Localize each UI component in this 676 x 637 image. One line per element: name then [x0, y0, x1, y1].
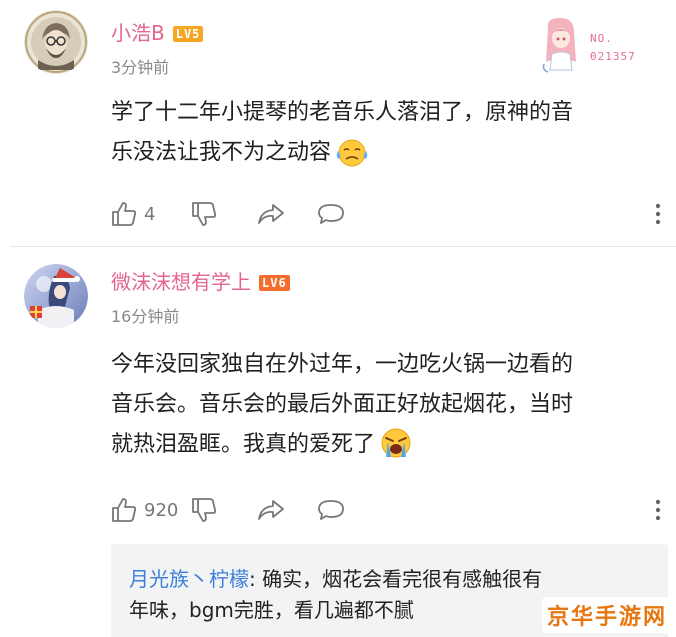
timestamp: 16分钟前 [111, 307, 180, 326]
level-badge: LV6 [259, 275, 290, 291]
avatar[interactable] [24, 10, 88, 74]
anime-girl-icon [542, 18, 576, 73]
loud-crying-emoji-icon [377, 425, 415, 473]
reply-author[interactable]: 月光族丶柠檬 [129, 567, 249, 591]
thumbs-down-icon [192, 498, 217, 522]
username-text[interactable]: 微沫沫想有学上 [111, 270, 251, 294]
thumbs-down-icon [192, 202, 217, 226]
collector-badge[interactable]: NO. 021357 [536, 14, 651, 74]
like-button[interactable]: 4 [110, 199, 155, 229]
more-vertical-icon [655, 499, 661, 521]
like-button[interactable]: 920 [110, 495, 178, 525]
comment-line: 学了十二年小提琴的老音乐人落泪了，原神的音 [111, 100, 574, 125]
comment-item: 小浩B LV5 3分钟前 NO. 021357 学了十二年小提琴的老音乐人落泪了，… [0, 0, 676, 246]
share-icon [258, 500, 284, 520]
reply-button[interactable] [316, 199, 346, 229]
reply-content: : 确实，烟花会看完很有感触很有 [249, 567, 543, 591]
reply-button[interactable] [316, 495, 346, 525]
comment-actions: 920 [110, 495, 661, 525]
more-button[interactable] [650, 199, 666, 229]
site-watermark: 京华手游网 [542, 597, 672, 633]
comment-text: 学了十二年小提琴的老音乐人落泪了，原神的音 乐没法让我不为之动容 [111, 93, 663, 181]
share-icon [258, 204, 284, 224]
comment-line-with-emoji: 就热泪盈眶。我真的爱死了 [111, 425, 663, 473]
comment-line: 今年没回家独自在外过年，一边吃火锅一边看的 [111, 352, 574, 377]
comment-icon [318, 204, 344, 224]
crying-emoji-icon [333, 137, 371, 181]
comment-icon [318, 500, 344, 520]
reply-line: 月光族丶柠檬: 确实，烟花会看完很有感触很有 [129, 564, 654, 595]
like-count: 920 [144, 499, 179, 521]
comment-item: 微沫沫想有学上 LV6 16分钟前 今年没回家独自在外过年，一边吃火锅一边看的 音… [0, 247, 676, 637]
username[interactable]: 小浩B LV5 [111, 20, 204, 46]
more-vertical-icon [655, 203, 661, 225]
username[interactable]: 微沫沫想有学上 LV6 [111, 269, 290, 295]
avatar[interactable] [24, 264, 88, 328]
more-button[interactable] [650, 495, 666, 525]
comment-list: 小浩B LV5 3分钟前 NO. 021357 学了十二年小提琴的老音乐人落泪了，… [0, 0, 676, 637]
badge-number: 021357 [590, 50, 636, 63]
dislike-button[interactable] [190, 495, 218, 525]
badge-label: NO. [590, 32, 613, 45]
share-button[interactable] [256, 495, 286, 525]
comment-line-with-emoji: 乐没法让我不为之动容 [111, 133, 663, 181]
comment-line: 音乐会。音乐会的最后外面正好放起烟花，当时 [111, 392, 574, 417]
username-text[interactable]: 小浩B [111, 21, 165, 45]
timestamp: 3分钟前 [111, 58, 170, 77]
like-count: 4 [144, 203, 156, 225]
comment-text: 今年没回家独自在外过年，一边吃火锅一边看的 音乐会。音乐会的最后外面正好放起烟花… [111, 345, 663, 473]
comment-actions: 4 [110, 199, 661, 229]
thumbs-up-icon [112, 498, 137, 522]
share-button[interactable] [256, 199, 286, 229]
thumbs-up-icon [112, 202, 137, 226]
dislike-button[interactable] [190, 199, 218, 229]
level-badge: LV5 [172, 26, 204, 42]
comment-line: 就热泪盈眶。我真的爱死了 [111, 432, 376, 457]
comment-line: 乐没法让我不为之动容 [111, 140, 332, 165]
